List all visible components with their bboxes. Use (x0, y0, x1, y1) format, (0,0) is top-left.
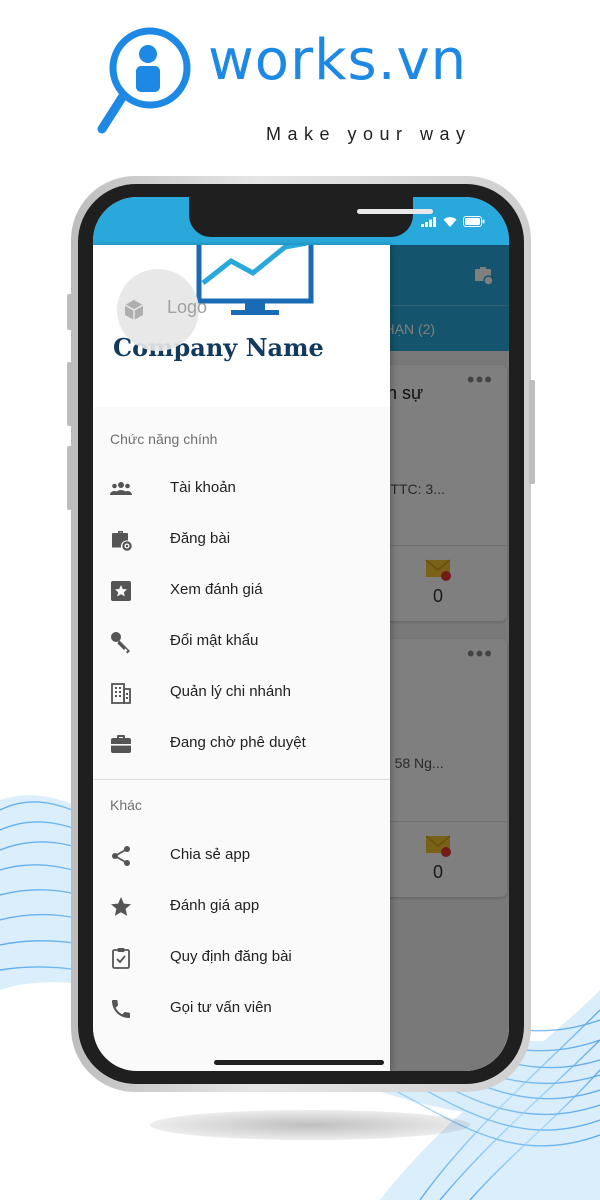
star-box-icon (111, 581, 131, 601)
side-button (529, 380, 535, 484)
logo-placeholder-text: Logo (167, 297, 208, 317)
drawer-header: Company Name Logo (93, 245, 390, 407)
menu-item-post-job[interactable]: Đăng bài (93, 516, 390, 562)
section-divider (93, 779, 390, 780)
menu-item-rate-app[interactable]: Đánh giá app (93, 883, 390, 929)
brand-tagline: Make your way (266, 124, 472, 144)
briefcase-gear-icon (112, 531, 132, 551)
key-icon (111, 632, 130, 654)
wifi-icon (443, 217, 457, 227)
section-title-main: Chức năng chính (110, 431, 218, 447)
menu-item-pending-approval[interactable]: Đang chờ phê duyệt (93, 720, 390, 766)
home-indicator[interactable] (214, 1060, 384, 1065)
menu-item-branches[interactable]: Quản lý chi nhánh (93, 669, 390, 715)
speaker (357, 209, 433, 214)
menu-label: Đánh giá app (170, 897, 260, 914)
navigation-drawer: Company Name Logo Chức năng chính Tài kh… (93, 245, 390, 1071)
clipboard-check-icon (112, 948, 130, 969)
logo-placeholder[interactable]: Logo (117, 269, 207, 351)
menu-label: Xem đánh giá (170, 581, 263, 598)
menu-item-share-app[interactable]: Chia sẻ app (93, 832, 390, 878)
menu-label: Gọi tư vấn viên (170, 999, 272, 1016)
menu-label: Đang chờ phê duyệt (170, 734, 306, 751)
menu-item-posting-rules[interactable]: Quy định đăng bài (93, 934, 390, 980)
cube-icon (124, 300, 144, 320)
side-button (67, 294, 73, 330)
share-icon (112, 846, 130, 866)
menu-label: Đổi mật khẩu (170, 632, 259, 649)
menu-label: Tài khoản (170, 479, 236, 496)
notch (189, 197, 458, 237)
people-icon (110, 482, 132, 495)
menu-label: Chia sẻ app (170, 846, 251, 863)
side-button (67, 362, 73, 426)
phone-icon (112, 1000, 130, 1018)
status-icons (421, 216, 485, 227)
phone-shadow (150, 1110, 470, 1140)
side-button (67, 446, 73, 510)
briefcase-icon (111, 735, 131, 753)
camera (449, 207, 458, 216)
signal-icon (421, 216, 436, 227)
menu-item-call-advisor[interactable]: Gọi tư vấn viên (93, 985, 390, 1031)
company-logo-graphic (196, 245, 314, 315)
magnifier-person-icon (97, 27, 191, 134)
building-icon (111, 683, 131, 704)
section-title-other: Khác (110, 797, 142, 813)
star-icon (111, 897, 131, 916)
menu-label: Đăng bài (170, 530, 231, 547)
menu-label: Quy định đăng bài (170, 948, 292, 965)
menu-label: Quản lý chi nhánh (170, 683, 291, 700)
menu-item-account[interactable]: Tài khoản (93, 465, 390, 511)
menu-item-change-password[interactable]: Đổi mật khẩu (93, 618, 390, 664)
menu-item-reviews[interactable]: Xem đánh giá (93, 567, 390, 613)
battery-icon (463, 216, 485, 227)
phone-screen: ẾT HẠN (2) ••• n sự n TTC: 3... 0 ••• u: (93, 197, 509, 1071)
brand-header: works.vn Make your way (96, 26, 496, 144)
brand-name: works.vn (208, 28, 468, 93)
stage: works.vn Make your way Company Name Logo… (0, 0, 600, 1200)
